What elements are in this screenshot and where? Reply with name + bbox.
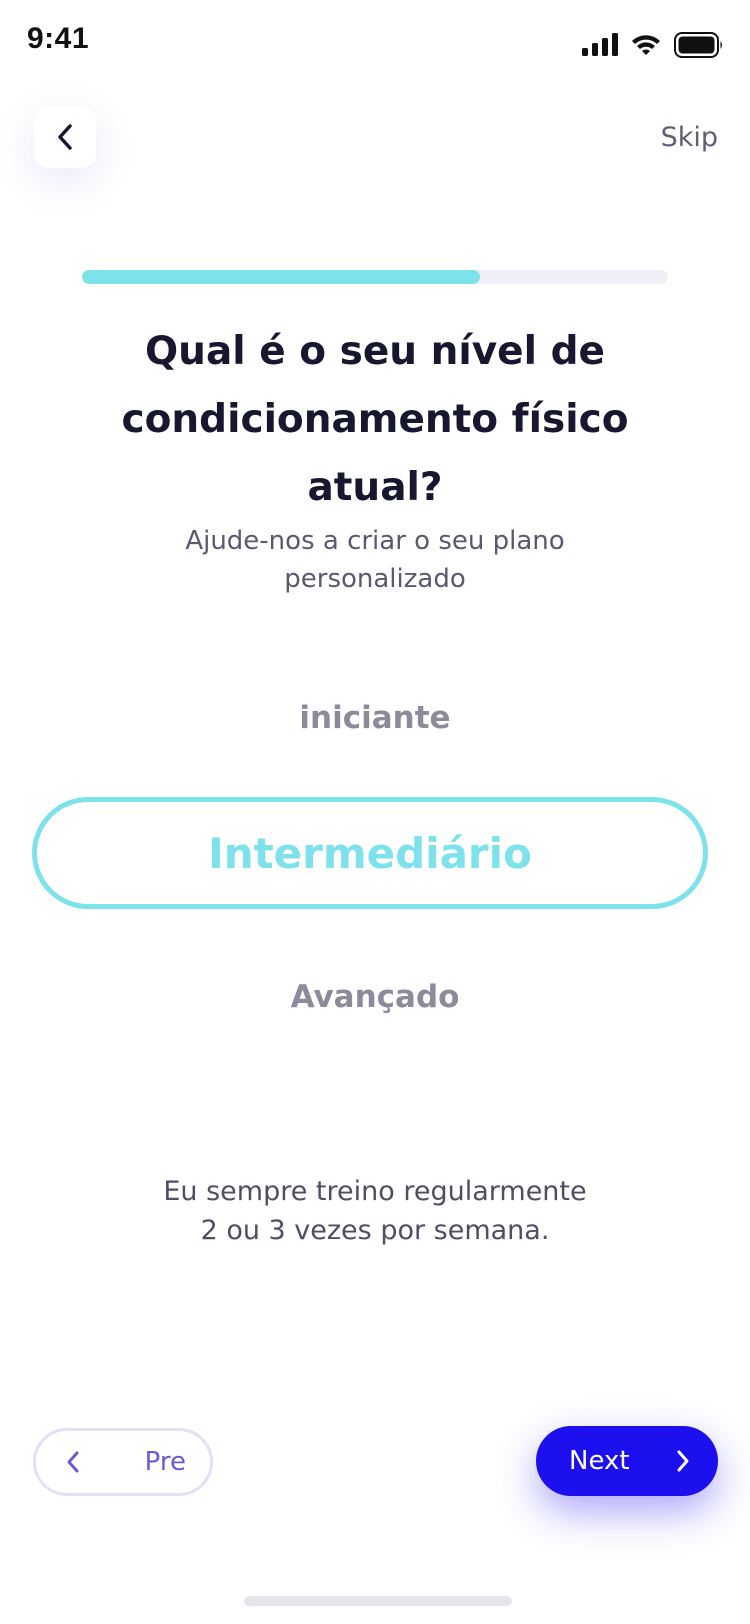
- previous-button-label: Pre: [144, 1447, 186, 1477]
- option-beginner[interactable]: iniciante: [0, 700, 750, 736]
- question-subtitle: Ajude-nos a criar o seu plano personaliz…: [185, 526, 565, 594]
- level-description: Eu sempre treino regularmente 2 ou 3 vez…: [100, 1172, 650, 1250]
- back-button[interactable]: [34, 106, 96, 168]
- status-icons: [582, 30, 724, 60]
- cellular-signal-icon: [582, 33, 618, 56]
- next-button[interactable]: Next: [536, 1426, 718, 1496]
- home-indicator: [244, 1596, 512, 1606]
- level-description-line-1: Eu sempre treino regularmente: [163, 1176, 587, 1207]
- battery-icon: [674, 32, 722, 58]
- option-advanced[interactable]: Avançado: [0, 979, 750, 1015]
- previous-button[interactable]: Pre: [33, 1428, 213, 1496]
- next-button-label: Next: [569, 1446, 630, 1476]
- skip-button[interactable]: Skip: [661, 122, 718, 153]
- chevron-left-icon: [58, 124, 72, 150]
- chevron-left-icon: [67, 1451, 79, 1473]
- chevron-right-icon: [674, 1448, 692, 1474]
- option-intermediate[interactable]: Intermediário: [32, 797, 708, 909]
- status-time: 9:41: [27, 22, 90, 55]
- question-title: Qual é o seu nível de condicionamento fí…: [121, 329, 629, 510]
- progress-bar: [82, 270, 668, 284]
- option-intermediate-label: Intermediário: [208, 828, 532, 878]
- wifi-icon: [632, 35, 660, 55]
- status-bar: 9:41: [0, 0, 750, 88]
- level-description-line-2: 2 ou 3 vezes por semana.: [200, 1215, 550, 1246]
- progress-fill: [82, 270, 481, 284]
